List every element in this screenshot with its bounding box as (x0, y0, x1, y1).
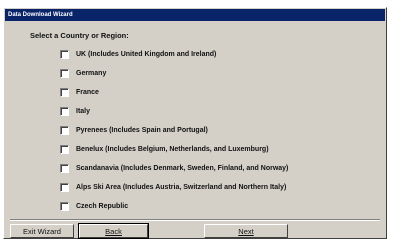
back-button[interactable]: Back (78, 223, 149, 239)
option-pyrenees[interactable]: Pyrenees (Includes Spain and Portugal) (60, 124, 208, 136)
option-italy[interactable]: Italy (60, 105, 90, 117)
back-label: Back (105, 226, 122, 236)
option-label: Scandanavia (Includes Denmark, Sweden, F… (76, 164, 289, 172)
button-divider (10, 219, 380, 221)
option-benelux[interactable]: Benelux (Includes Belgium, Netherlands, … (60, 143, 269, 155)
option-germany[interactable]: Germany (60, 67, 106, 79)
next-button[interactable]: Next (204, 224, 288, 238)
exit-wizard-label: Exit Wizard (23, 226, 61, 236)
option-label: Benelux (Includes Belgium, Netherlands, … (76, 145, 269, 153)
checkbox[interactable] (60, 182, 69, 192)
region-heading: Select a Country or Region: (30, 31, 129, 40)
checkbox[interactable] (60, 163, 69, 173)
option-label: Germany (76, 69, 107, 77)
option-uk[interactable]: UK (Includes United Kingdom and Ireland) (60, 48, 216, 60)
checkbox[interactable] (60, 125, 69, 135)
checkbox[interactable] (60, 49, 69, 59)
checkbox[interactable] (60, 106, 69, 116)
checkbox[interactable] (60, 201, 69, 211)
wizard-window: Data Download Wizard Select a Country or… (3, 7, 387, 239)
option-czech[interactable]: Czech Republic (60, 200, 128, 212)
option-alps[interactable]: Alps Ski Area (Includes Austria, Switzer… (60, 181, 286, 193)
window-title: Data Download Wizard (5, 9, 385, 21)
checkbox[interactable] (60, 144, 69, 154)
option-label: Pyrenees (Includes Spain and Portugal) (76, 126, 208, 134)
option-label: Alps Ski Area (Includes Austria, Switzer… (76, 183, 287, 191)
option-label: Czech Republic (76, 202, 129, 210)
option-label: France (76, 88, 99, 96)
next-label: Next (238, 226, 254, 236)
checkbox[interactable] (60, 68, 69, 78)
checkbox[interactable] (60, 87, 69, 97)
option-france[interactable]: France (60, 86, 99, 98)
option-label: Italy (76, 107, 91, 115)
option-scandanavia[interactable]: Scandanavia (Includes Denmark, Sweden, F… (60, 162, 288, 174)
exit-wizard-button[interactable]: Exit Wizard (10, 224, 74, 238)
option-label: UK (Includes United Kingdom and Ireland) (76, 50, 217, 58)
